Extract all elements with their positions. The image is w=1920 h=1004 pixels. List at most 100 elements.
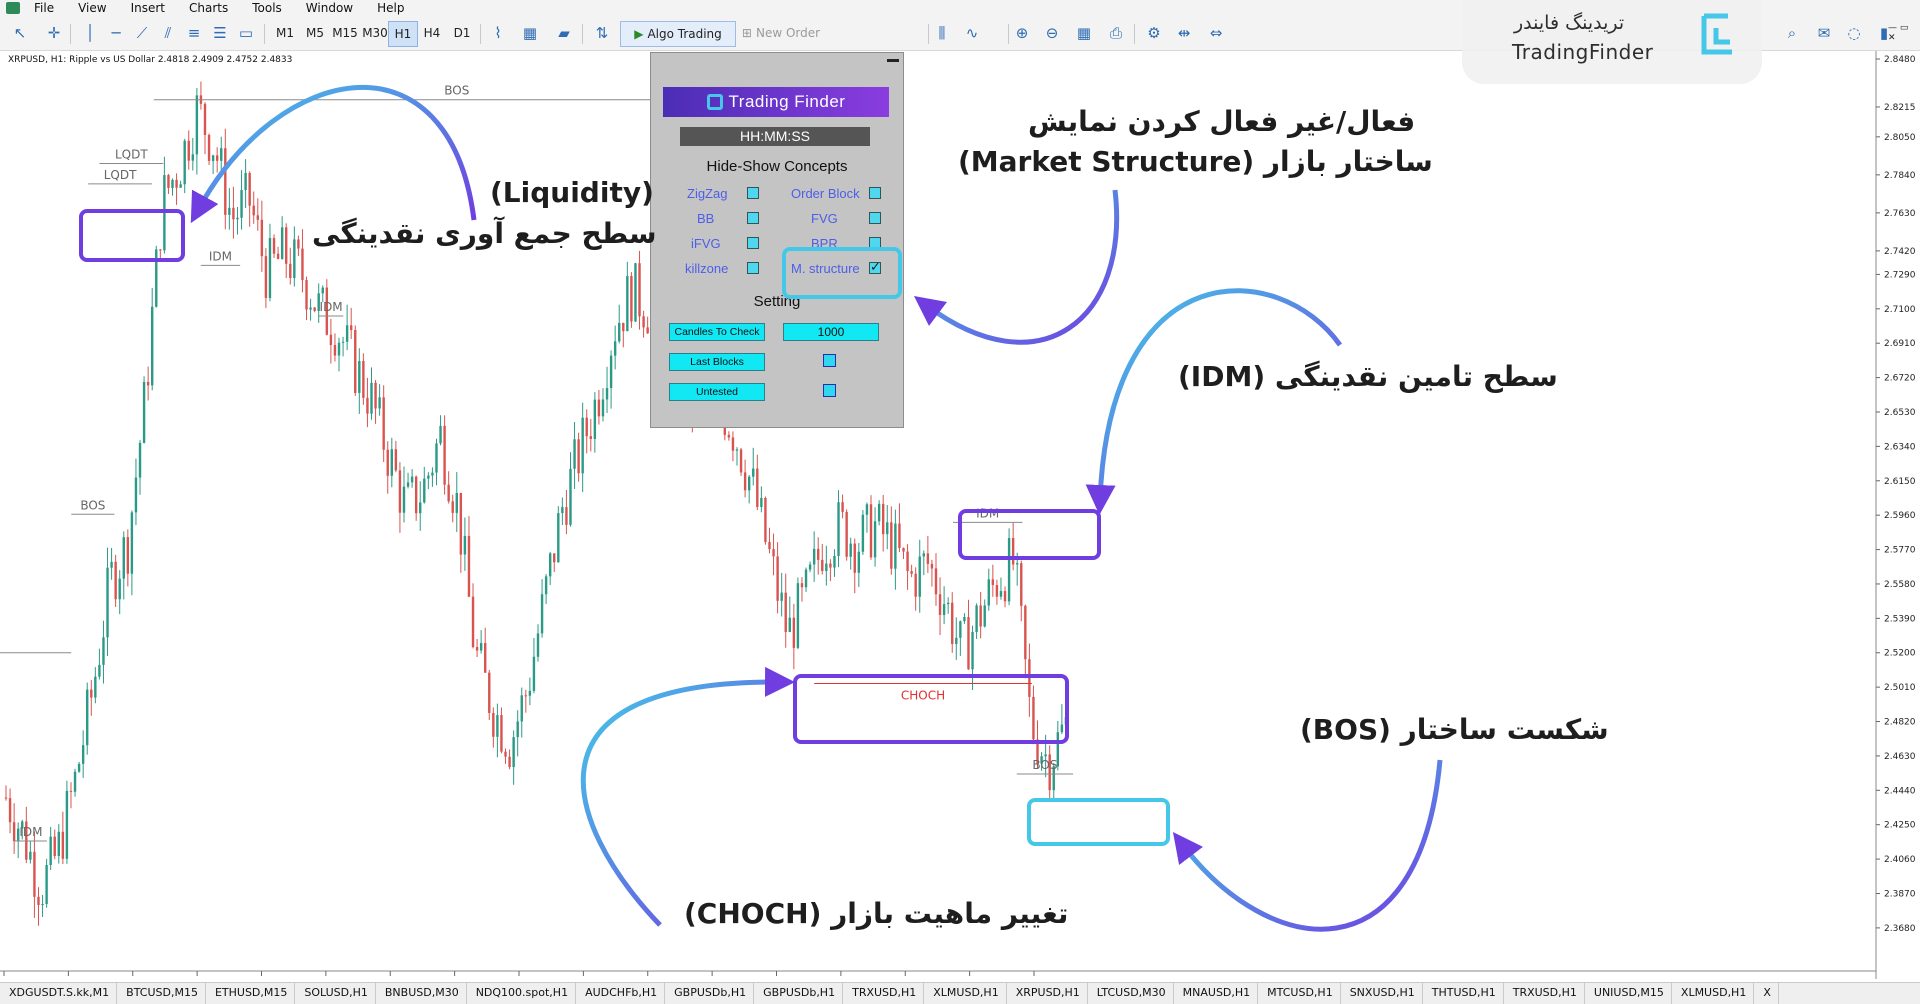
last-blocks-checkbox[interactable] [823, 354, 836, 367]
autoscroll-icon[interactable]: ⇹ [1172, 21, 1196, 45]
tf-h4[interactable]: H4 [418, 21, 446, 45]
symbol-tab[interactable]: MNAUSD,H1 [1174, 983, 1259, 1004]
symbol-tab[interactable]: XLMUSD,H1 [1672, 983, 1755, 1004]
shapes-icon[interactable]: ▭ [234, 21, 258, 45]
candle-body [305, 280, 308, 310]
symbol-tab[interactable]: GBPUSDb,H1 [754, 983, 844, 1004]
symbol-tab[interactable]: THTUSD,H1 [1423, 983, 1504, 1004]
menu-tools[interactable]: Tools [242, 1, 296, 15]
screenshot-icon[interactable]: ⎙ [1104, 21, 1128, 45]
symbol-tab[interactable]: GBPUSDb,H1 [665, 983, 755, 1004]
minimize-icon[interactable] [887, 59, 899, 62]
candles-to-check-input[interactable]: 1000 [783, 323, 879, 341]
notifications-icon[interactable]: ✉ [1812, 21, 1836, 45]
trendline-icon[interactable]: ⟋ [130, 21, 154, 45]
templates-icon[interactable]: ▦ [518, 21, 542, 45]
price-chart[interactable]: BOS BOS LQDT LQDT IDM IDM IDM IDM CHOCH BOS 2.848… [0, 51, 1920, 979]
tf-m1[interactable]: M1 [271, 21, 299, 45]
checkbox-ifvg[interactable] [747, 237, 759, 249]
candle-body [459, 492, 463, 555]
new-order-button[interactable]: ⊞ New Order [726, 21, 836, 45]
candle-body [276, 253, 280, 259]
annotation-choch: تغییر ماهیت بازار (CHOCH) [684, 897, 1069, 930]
algo-trading-button[interactable]: ▶ Algo Trading [620, 21, 736, 47]
chart-shift-icon[interactable]: ⇔ [1204, 21, 1228, 45]
symbol-tab[interactable]: BTCUSD,M15 [117, 983, 206, 1004]
crosshair-icon[interactable]: ✛ [42, 21, 66, 45]
symbol-tab[interactable]: TRXUSD,H1 [843, 983, 925, 1004]
menu-insert[interactable]: Insert [121, 1, 179, 15]
indicator-panel[interactable]: Trading Finder HH:MM:SS Hide-Show Concep… [650, 52, 904, 428]
symbol-tab[interactable]: XLMUSD,H1 [924, 983, 1007, 1004]
tf-h1[interactable]: H1 [388, 21, 418, 47]
checkbox-bb[interactable] [747, 212, 759, 224]
candle-body [337, 342, 341, 356]
fibonacci-icon[interactable]: ≡ [182, 21, 206, 45]
symbol-tab[interactable]: X [1754, 983, 1779, 1004]
checkbox-bpr[interactable] [869, 237, 881, 249]
cursor-icon[interactable]: ↖ [8, 21, 32, 45]
strategy-tester-icon[interactable]: ⇅ [590, 21, 614, 45]
search-icon[interactable]: ⌕ [1780, 21, 1804, 45]
chart-area[interactable]: BOS BOS LQDT LQDT IDM IDM IDM IDM CHOCH BOS 2.848… [0, 51, 1920, 979]
line-chart-icon[interactable]: ∿ [960, 21, 984, 45]
channel-icon[interactable]: ⫽ [156, 21, 180, 45]
tf-m30[interactable]: M30 [361, 21, 389, 45]
tf-m5[interactable]: M5 [301, 21, 329, 45]
chart-type-icon[interactable]: ⌇ [486, 21, 510, 45]
menu-charts[interactable]: Charts [179, 1, 242, 15]
symbol-tab[interactable]: XDGUSDT.S.kk,M1 [0, 983, 118, 1004]
candle-body [630, 276, 633, 322]
menu-help[interactable]: Help [367, 1, 418, 15]
candle-body [605, 388, 609, 400]
candles-to-check-button[interactable]: Candles To Check [669, 323, 765, 341]
zoom-in-icon[interactable]: ⊕ [1010, 21, 1034, 45]
symbol-tab[interactable]: AUDCHFb,H1 [576, 983, 666, 1004]
tf-d1[interactable]: D1 [448, 21, 476, 45]
chat-icon[interactable]: ◌ [1842, 21, 1866, 45]
structure-level-label: IDM [19, 825, 42, 839]
candle-body [211, 155, 215, 161]
last-blocks-button[interactable]: Last Blocks [669, 353, 765, 371]
symbol-tab[interactable]: NDQ100.spot,H1 [467, 983, 577, 1004]
zoom-out-icon[interactable]: ⊖ [1040, 21, 1064, 45]
candle-body [118, 578, 121, 600]
checkbox-fvg[interactable] [869, 212, 881, 224]
untested-button[interactable]: Untested [669, 383, 765, 401]
candle-body [914, 573, 917, 597]
candle-body [370, 382, 373, 414]
symbol-tab[interactable]: LTCUSD,M30 [1088, 983, 1174, 1004]
candle-body [163, 175, 166, 251]
symbol-tab[interactable]: SOLUSD,H1 [295, 983, 376, 1004]
symbol-tab[interactable]: XRPUSD,H1 [1007, 983, 1088, 1004]
grid-icon[interactable]: ▦ [1072, 21, 1096, 45]
symbol-tab[interactable]: SNXUSD,H1 [1341, 983, 1423, 1004]
checkbox-killzone[interactable] [747, 262, 759, 274]
symbol-tab[interactable]: UNIUSD,M15 [1585, 983, 1672, 1004]
symbol-tab[interactable]: TRXUSD,H1 [1504, 983, 1585, 1004]
checkbox-market-structure[interactable] [869, 259, 881, 275]
checkbox-order-block[interactable] [869, 187, 881, 199]
candlestick-mode-icon[interactable]: ⫼ [930, 21, 954, 45]
symbol-tab[interactable]: MTCUSD,H1 [1258, 983, 1341, 1004]
folder-icon[interactable]: ▰ [552, 21, 576, 45]
candle-body [321, 287, 324, 294]
settings-icon[interactable]: ⚙ [1142, 21, 1166, 45]
candle-body [77, 763, 81, 772]
fibo-fan-icon[interactable]: ☰ [208, 21, 232, 45]
window-controls[interactable]: — ▭ ✕ [1888, 21, 1918, 45]
horizontal-line-icon[interactable]: ─ [104, 21, 128, 45]
menu-file[interactable]: File [24, 1, 68, 15]
candle-body [406, 482, 410, 487]
untested-checkbox[interactable] [823, 384, 836, 397]
symbol-tab[interactable]: BNBUSD,M30 [376, 983, 467, 1004]
tf-m15[interactable]: M15 [331, 21, 359, 45]
vertical-line-icon[interactable]: │ [78, 21, 102, 45]
concept-zigzag: ZigZag [687, 186, 728, 201]
symbol-tab[interactable]: ETHUSD,M15 [206, 983, 296, 1004]
menu-window[interactable]: Window [296, 1, 367, 15]
candle-body [727, 434, 731, 438]
menu-view[interactable]: View [68, 1, 120, 15]
checkbox-zigzag[interactable] [747, 187, 759, 199]
candle-body [581, 417, 584, 474]
